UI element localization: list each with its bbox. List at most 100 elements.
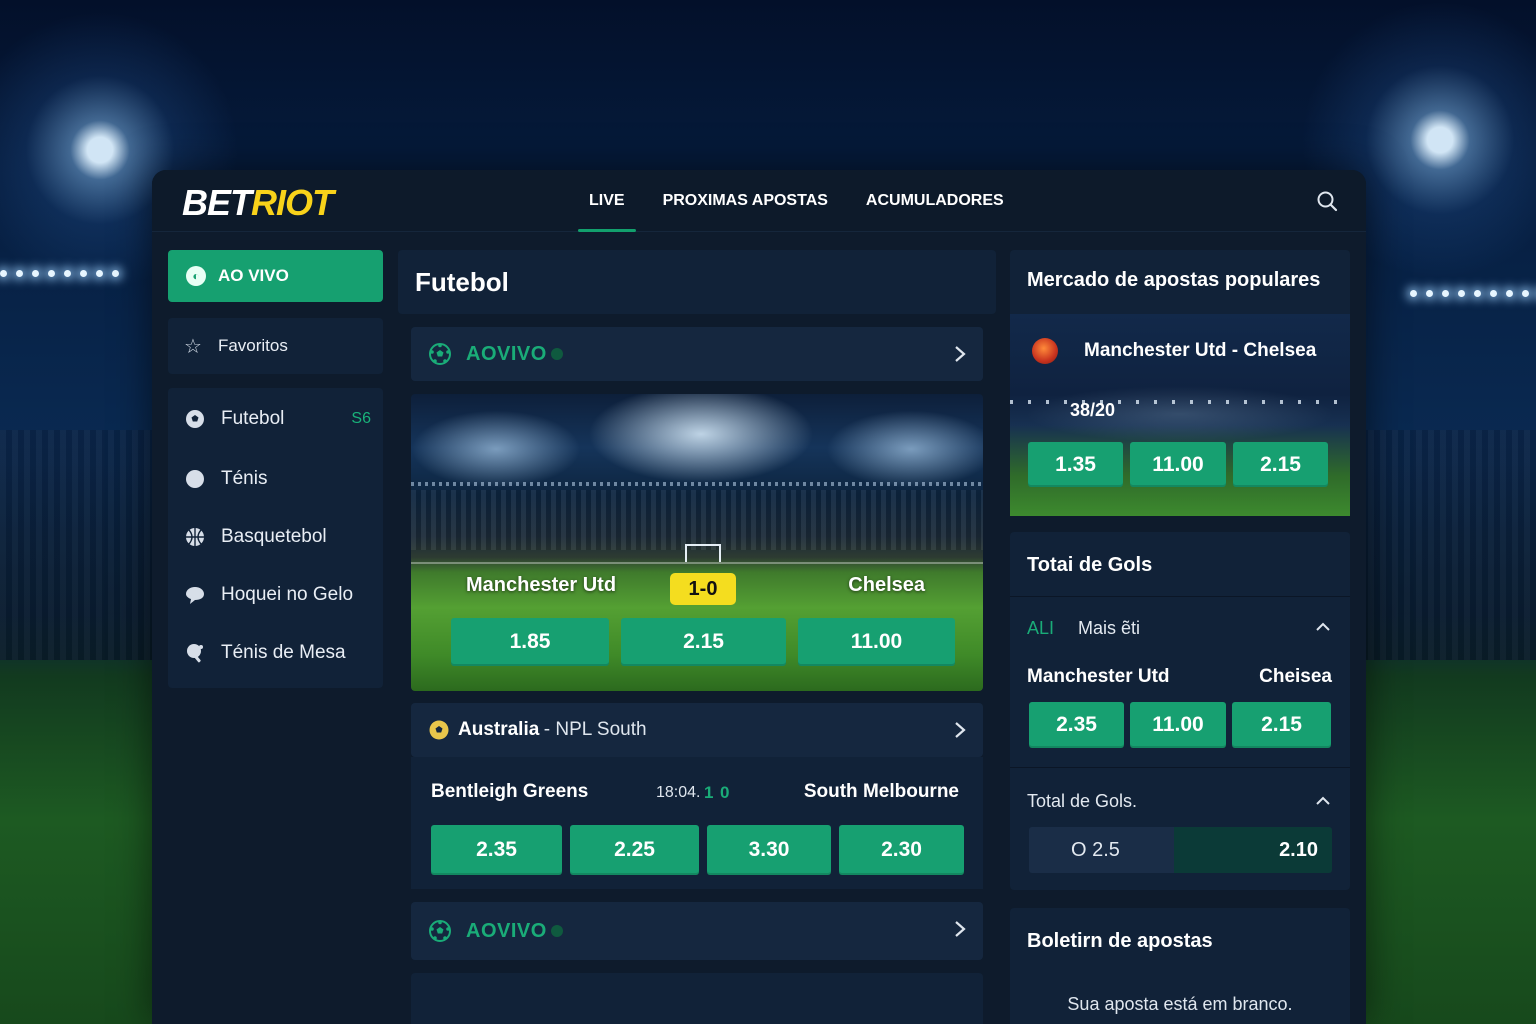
home-score: 1: [704, 783, 714, 802]
odd-away-button[interactable]: 11.00: [798, 618, 955, 666]
odd-home-button[interactable]: 1.85: [451, 618, 609, 666]
popular-odds-row: 1.35 11.00 2.15: [1028, 442, 1328, 487]
odd-home-button[interactable]: 2.35: [1029, 702, 1124, 748]
page-title: Futebol: [398, 250, 996, 314]
match-odds-row: 2.35 2.25 3.30 2.30: [431, 825, 964, 875]
tab-more[interactable]: Mais ẽti: [1078, 618, 1140, 639]
soccer-ball-icon: [429, 343, 451, 365]
nav-live[interactable]: LIVE: [578, 170, 636, 232]
score-badge: 1-0: [670, 573, 736, 605]
tennis-ball-icon: [186, 470, 204, 488]
logo-text-riot: RIOT: [251, 182, 334, 223]
away-team-name: South Melbourne: [803, 781, 959, 802]
sidebar-item-label: Ténis de Mesa: [221, 642, 346, 663]
live-dot-indicator: [550, 925, 563, 937]
nav-upcoming-bets[interactable]: PROXIMAS APOSTAS: [652, 170, 839, 232]
divider: [1010, 596, 1350, 597]
bet-slip-title: Boletirn de apostas: [1027, 930, 1213, 952]
featured-match-card: Manchester Utd 1-0 Chelsea 1.85 2.15 11.…: [411, 394, 983, 691]
stadium-light-row: [1010, 400, 1350, 404]
hockey-puck-icon: [186, 587, 204, 604]
over-odds-value: 2.10: [1174, 827, 1332, 873]
league-header[interactable]: Australia - NPL South: [411, 703, 983, 757]
table-tennis-icon: [187, 644, 203, 663]
odd-home-button[interactable]: 1.35: [1028, 442, 1123, 487]
nav-accumulators[interactable]: ACUMULADORES: [855, 170, 1015, 232]
sidebar-item-label: Hoquei no Gelo: [221, 584, 354, 605]
sidebar-item-tennis[interactable]: Ténis: [168, 450, 383, 508]
live-section-header[interactable]: AOVIVO: [411, 327, 983, 381]
over-under-bet-button[interactable]: O 2.5 2.10: [1029, 827, 1332, 873]
popular-markets-title: Mercado de apostas populares: [1027, 269, 1321, 291]
odd-button[interactable]: 2.35: [431, 825, 562, 875]
odd-away-button[interactable]: 2.15: [1233, 442, 1328, 487]
over-label: O 2.5: [1029, 827, 1174, 873]
league-country: Australia: [458, 719, 540, 740]
pitch-line: [411, 562, 983, 564]
odd-away-button[interactable]: 2.15: [1232, 702, 1331, 748]
live-icon: ◐: [186, 266, 206, 286]
stadium-light-row: [411, 482, 983, 486]
team-crest-icon: [1032, 338, 1058, 364]
live-now-label: AO VIVO: [218, 266, 289, 285]
odd-button[interactable]: 3.30: [707, 825, 831, 875]
main-nav: LIVE PROXIMAS APOSTAS ACUMULADORES: [578, 170, 1031, 232]
home-team-name: Manchester Utd: [466, 574, 617, 596]
sidebar-item-table-tennis[interactable]: Ténis de Mesa: [168, 624, 383, 682]
basketball-icon: [186, 528, 204, 546]
top-bar: BETRIOT LIVE PROXIMAS APOSTAS ACUMULADOR…: [152, 170, 1366, 232]
sidebar-item-football[interactable]: Futebol S6: [168, 390, 383, 448]
featured-odds-row: 1.85 2.15 11.00: [451, 618, 955, 666]
live-section-header[interactable]: AOVIVO: [411, 902, 983, 960]
floodlight-row-left: [0, 270, 119, 278]
main-content: Futebol AOVIVO Manchester Utd 1-0 Chelse…: [398, 250, 996, 1024]
total-goals-title: Totai de Gols: [1027, 554, 1153, 576]
sidebar-item-basketball[interactable]: Basquetebol: [168, 508, 383, 566]
away-score: 0: [720, 783, 730, 802]
bet-slip-empty-message: Sua aposta está em branco.: [1067, 994, 1293, 1014]
chevron-right-icon[interactable]: [953, 919, 967, 939]
live-dot-indicator: [550, 348, 563, 360]
total-goals-panel: Totai de Gols ALI Mais ẽti Manchester Ut…: [1010, 532, 1350, 890]
tab-all[interactable]: ALI: [1027, 618, 1054, 639]
divider: [1010, 767, 1350, 768]
stadium-stands: [411, 490, 983, 550]
odd-button[interactable]: 2.30: [839, 825, 964, 875]
logo-text-bet: BET: [182, 182, 252, 223]
soccer-ball-icon: [429, 720, 449, 740]
betting-app-window: BETRIOT LIVE PROXIMAS APOSTAS ACUMULADOR…: [152, 170, 1366, 1024]
match-time: 18:04.: [656, 784, 701, 801]
away-team-name: Cheisea: [1259, 666, 1332, 687]
sidebar-item-label: Ténis: [221, 468, 268, 489]
home-team-name: Manchester Utd: [1027, 666, 1170, 687]
match-card-placeholder: [411, 973, 983, 1024]
total-goals-subtitle: Total de Gols.: [1027, 791, 1138, 811]
favorites-item[interactable]: ☆ Favoritos: [168, 318, 383, 374]
match-row: Bentleigh Greens 18:04. 1 0 South Melbou…: [411, 757, 983, 889]
bet-slip-panel: Boletirn de apostas Sua aposta está em b…: [1010, 908, 1350, 1024]
chevron-right-icon[interactable]: [953, 344, 967, 364]
odd-button[interactable]: 2.25: [570, 825, 699, 875]
star-icon: ☆: [184, 335, 202, 358]
soccer-ball-icon: [186, 410, 204, 428]
sidebar-item-ice-hockey[interactable]: Hoquei no Gelo: [168, 566, 383, 624]
chevron-up-icon[interactable]: [1314, 794, 1332, 808]
chevron-right-icon[interactable]: [953, 720, 967, 740]
away-team-name: Chelsea: [848, 574, 925, 596]
live-header-label: AOVIVO: [466, 342, 547, 365]
odd-draw-button[interactable]: 11.00: [1130, 442, 1226, 487]
popular-markets-panel: Mercado de apostas populares Manchester …: [1010, 250, 1350, 516]
sidebar-item-label: Futebol: [221, 408, 285, 429]
goal-post: [685, 544, 721, 562]
odd-draw-button[interactable]: 2.15: [621, 618, 786, 666]
floodlight-row-right: [1410, 290, 1536, 298]
popular-match-time: 38/20: [1070, 400, 1116, 420]
chevron-up-icon[interactable]: [1314, 620, 1332, 634]
odd-draw-button[interactable]: 11.00: [1130, 702, 1226, 748]
popular-match-title: Manchester Utd - Chelsea: [1084, 340, 1317, 361]
search-icon[interactable]: [1316, 190, 1338, 212]
betriot-logo[interactable]: BETRIOT: [182, 182, 334, 224]
sport-count-badge: S6: [351, 410, 371, 427]
league-name: - NPL South: [543, 719, 647, 740]
live-now-button[interactable]: ◐ AO VIVO: [168, 250, 383, 302]
